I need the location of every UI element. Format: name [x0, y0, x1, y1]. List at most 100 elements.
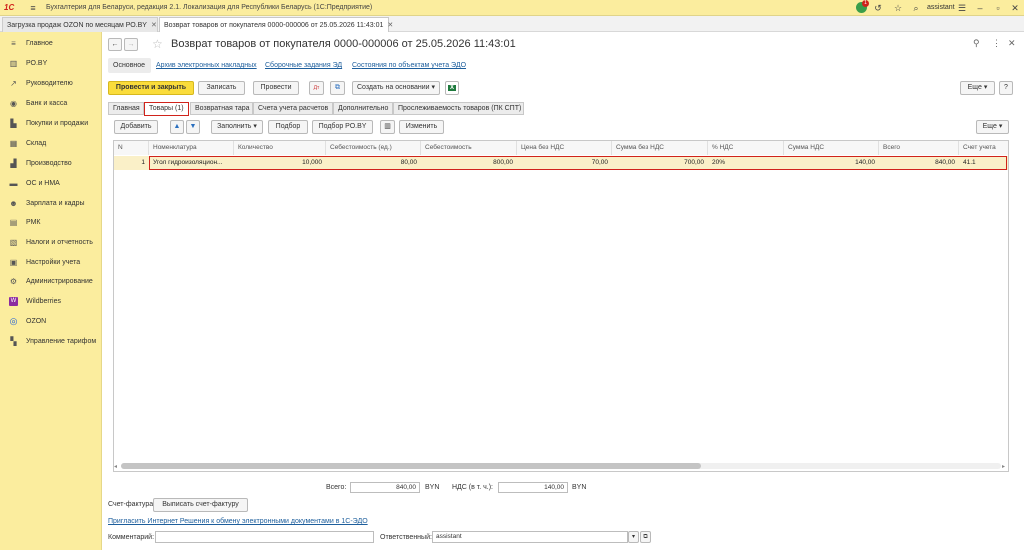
sidebar-item-label: Налоги и отчетность	[26, 239, 93, 246]
sidebar-item-ro-by[interactable]: ▥ РО.BY	[0, 55, 102, 73]
more-menu-button[interactable]: Еще ▾	[960, 81, 995, 95]
column-header-total[interactable]: Всего	[879, 141, 959, 155]
invoice-label: Счет-фактура:	[108, 501, 156, 508]
sidebar-item-tariff[interactable]: ▚ Управление тарифом	[0, 333, 102, 351]
selection-ro-button[interactable]: Подбор РО.BY	[312, 120, 373, 134]
user-name[interactable]: assistant	[927, 4, 955, 11]
responsible-dropdown-icon[interactable]: ▾	[628, 531, 639, 543]
nav-link-main[interactable]: Основное	[113, 62, 145, 69]
sidebar-item-pos[interactable]: ▤ РМК	[0, 214, 102, 232]
sidebar-item-manager[interactable]: ↗ Руководителю	[0, 75, 102, 93]
column-header-item[interactable]: Номенклатура	[149, 141, 234, 155]
favorites-star-icon[interactable]: ☆	[893, 3, 903, 13]
truck-icon: ▬	[9, 179, 18, 188]
tab-ozon-sales[interactable]: Загрузка продаж OZON по месяцам РО.BY ✕	[2, 17, 158, 32]
comment-input[interactable]	[155, 531, 374, 543]
responsible-input[interactable]: assistant	[432, 531, 628, 543]
factory-icon: ▟	[10, 159, 17, 168]
page-title: Возврат товаров от покупателя 0000-00000…	[171, 38, 516, 50]
save-button[interactable]: Записать	[198, 81, 245, 95]
create-based-on-button[interactable]: Создать на основании ▾	[352, 81, 440, 95]
sidebar-item-purchases-sales[interactable]: ▙ Покупки и продажи	[0, 115, 102, 133]
sidebar-item-admin[interactable]: ⚙ Администрирование	[0, 273, 102, 291]
change-button[interactable]: Изменить	[399, 120, 444, 134]
structure-icon[interactable]: ⧉	[330, 81, 345, 95]
history-icon[interactable]: ↺	[873, 3, 883, 13]
tab-additional[interactable]: Дополнительно	[333, 102, 393, 115]
link-icon[interactable]: ⚲	[973, 38, 980, 49]
notifications-icon[interactable]: 1	[856, 0, 869, 13]
settings-doc-icon: ▣	[9, 258, 18, 267]
fill-button[interactable]: Заполнить ▾	[211, 120, 263, 134]
back-button[interactable]: ←	[108, 38, 122, 51]
minimize-icon[interactable]: –	[975, 3, 985, 13]
column-header-sum[interactable]: Сумма без НДС	[612, 141, 708, 155]
column-header-vat-rate[interactable]: % НДС	[708, 141, 784, 155]
tab-settlement-accounts[interactable]: Счета учета расчетов	[253, 102, 333, 115]
grid-more-button[interactable]: Еще ▾	[976, 120, 1009, 134]
scroll-left-icon[interactable]: ◂	[114, 463, 117, 470]
close-tab-icon[interactable]: ✕	[387, 22, 393, 29]
tab-returnable-packaging[interactable]: Возвратная тара	[190, 102, 253, 115]
help-button[interactable]: ?	[999, 81, 1013, 95]
issue-invoice-button[interactable]: Выписать счет-фактуру	[153, 498, 248, 512]
sidebar-item-settings[interactable]: ▣ Настройки учета	[0, 254, 102, 272]
sidebar-item-label: РМК	[26, 219, 41, 226]
column-header-vat-sum[interactable]: Сумма НДС	[784, 141, 879, 155]
sidebar-item-taxes[interactable]: ▧ Налоги и отчетность	[0, 234, 102, 252]
hamburger-menu-icon[interactable]: ≡	[28, 3, 38, 13]
more-vertical-icon[interactable]: ⋮	[992, 38, 1001, 49]
column-header-cost-unit[interactable]: Себестоимость (ед.)	[326, 141, 421, 155]
goods-table: N Номенклатура Количество Себестоимость …	[113, 140, 1009, 472]
column-header-account[interactable]: Счет учета	[959, 141, 1008, 155]
horizontal-scrollbar[interactable]	[121, 463, 1001, 469]
nav-link-archive[interactable]: Архив электронных накладных	[156, 62, 257, 69]
sidebar-item-production[interactable]: ▟ Производство	[0, 155, 102, 173]
forward-button[interactable]: →	[124, 38, 138, 51]
sidebar-item-label: Склад	[26, 140, 47, 147]
scroll-right-icon[interactable]: ▸	[1002, 463, 1005, 470]
sidebar-item-wildberries[interactable]: W Wildberries	[0, 293, 102, 311]
tab-main[interactable]: Главная	[108, 102, 144, 115]
tab-return-document[interactable]: Возврат товаров от покупателя 0000-00000…	[159, 17, 393, 32]
column-header-cost[interactable]: Себестоимость	[421, 141, 517, 155]
column-header-n[interactable]: N	[114, 141, 149, 155]
open-link-icon[interactable]: ⧉	[640, 531, 651, 543]
close-tab-icon[interactable]: ✕	[151, 22, 157, 29]
sidebar-item-main[interactable]: ≡ Главное	[0, 35, 102, 53]
debit-credit-icon[interactable]: Дт	[309, 81, 324, 95]
search-icon[interactable]: ⌕	[911, 3, 921, 13]
tab-traceability[interactable]: Прослеживаемость товаров (ПК СПТ)	[393, 102, 524, 115]
tab-goods[interactable]: Товары (1)	[144, 102, 189, 116]
settings-menu-icon[interactable]: ☰	[957, 3, 967, 13]
selection-button[interactable]: Подбор	[268, 120, 308, 134]
sidebar-item-fixed-assets[interactable]: ▬ ОС и НМА	[0, 175, 102, 193]
maximize-icon[interactable]: ▫	[993, 3, 1003, 13]
add-row-button[interactable]: Добавить	[114, 120, 158, 134]
scrollbar-thumb[interactable]	[121, 463, 701, 469]
close-form-icon[interactable]: ✕	[1008, 38, 1016, 49]
nav-link-edo-states[interactable]: Состояния по объектам учета ЭДО	[352, 62, 466, 69]
grid-more-label: Еще	[982, 123, 997, 130]
sidebar-item-label: Главное	[26, 40, 53, 47]
excel-export-icon[interactable]: X	[445, 81, 459, 95]
column-header-price[interactable]: Цена без НДС	[517, 141, 612, 155]
sidebar-item-ozon[interactable]: ◎ OZON	[0, 313, 102, 331]
barcode-icon[interactable]: ▥	[380, 120, 395, 134]
post-and-close-button[interactable]: Провести и закрыть	[108, 81, 194, 95]
sidebar-item-label: Производство	[26, 160, 72, 167]
menu-icon: ≡	[11, 39, 16, 48]
sidebar-item-bank[interactable]: ◉ Банк и касса	[0, 95, 102, 113]
move-up-icon[interactable]: ▲	[170, 120, 184, 134]
sidebar-item-salary[interactable]: ☻ Зарплата и кадры	[0, 195, 102, 213]
nav-link-assembly[interactable]: Сборочные задания ЭД	[265, 62, 342, 69]
sidebar-item-warehouse[interactable]: ▦ Склад	[0, 135, 102, 153]
close-window-icon[interactable]: ✕	[1010, 3, 1020, 13]
column-header-qty[interactable]: Количество	[234, 141, 326, 155]
post-button[interactable]: Провести	[253, 81, 299, 95]
move-down-icon[interactable]: ▼	[186, 120, 200, 134]
favorite-star-icon[interactable]: ☆	[152, 37, 163, 51]
row-highlight-frame	[149, 156, 1007, 170]
tab-label: Загрузка продаж OZON по месяцам РО.BY	[7, 22, 147, 29]
edo-invite-link[interactable]: Пригласить Интернет Решения к обмену эле…	[108, 518, 368, 525]
